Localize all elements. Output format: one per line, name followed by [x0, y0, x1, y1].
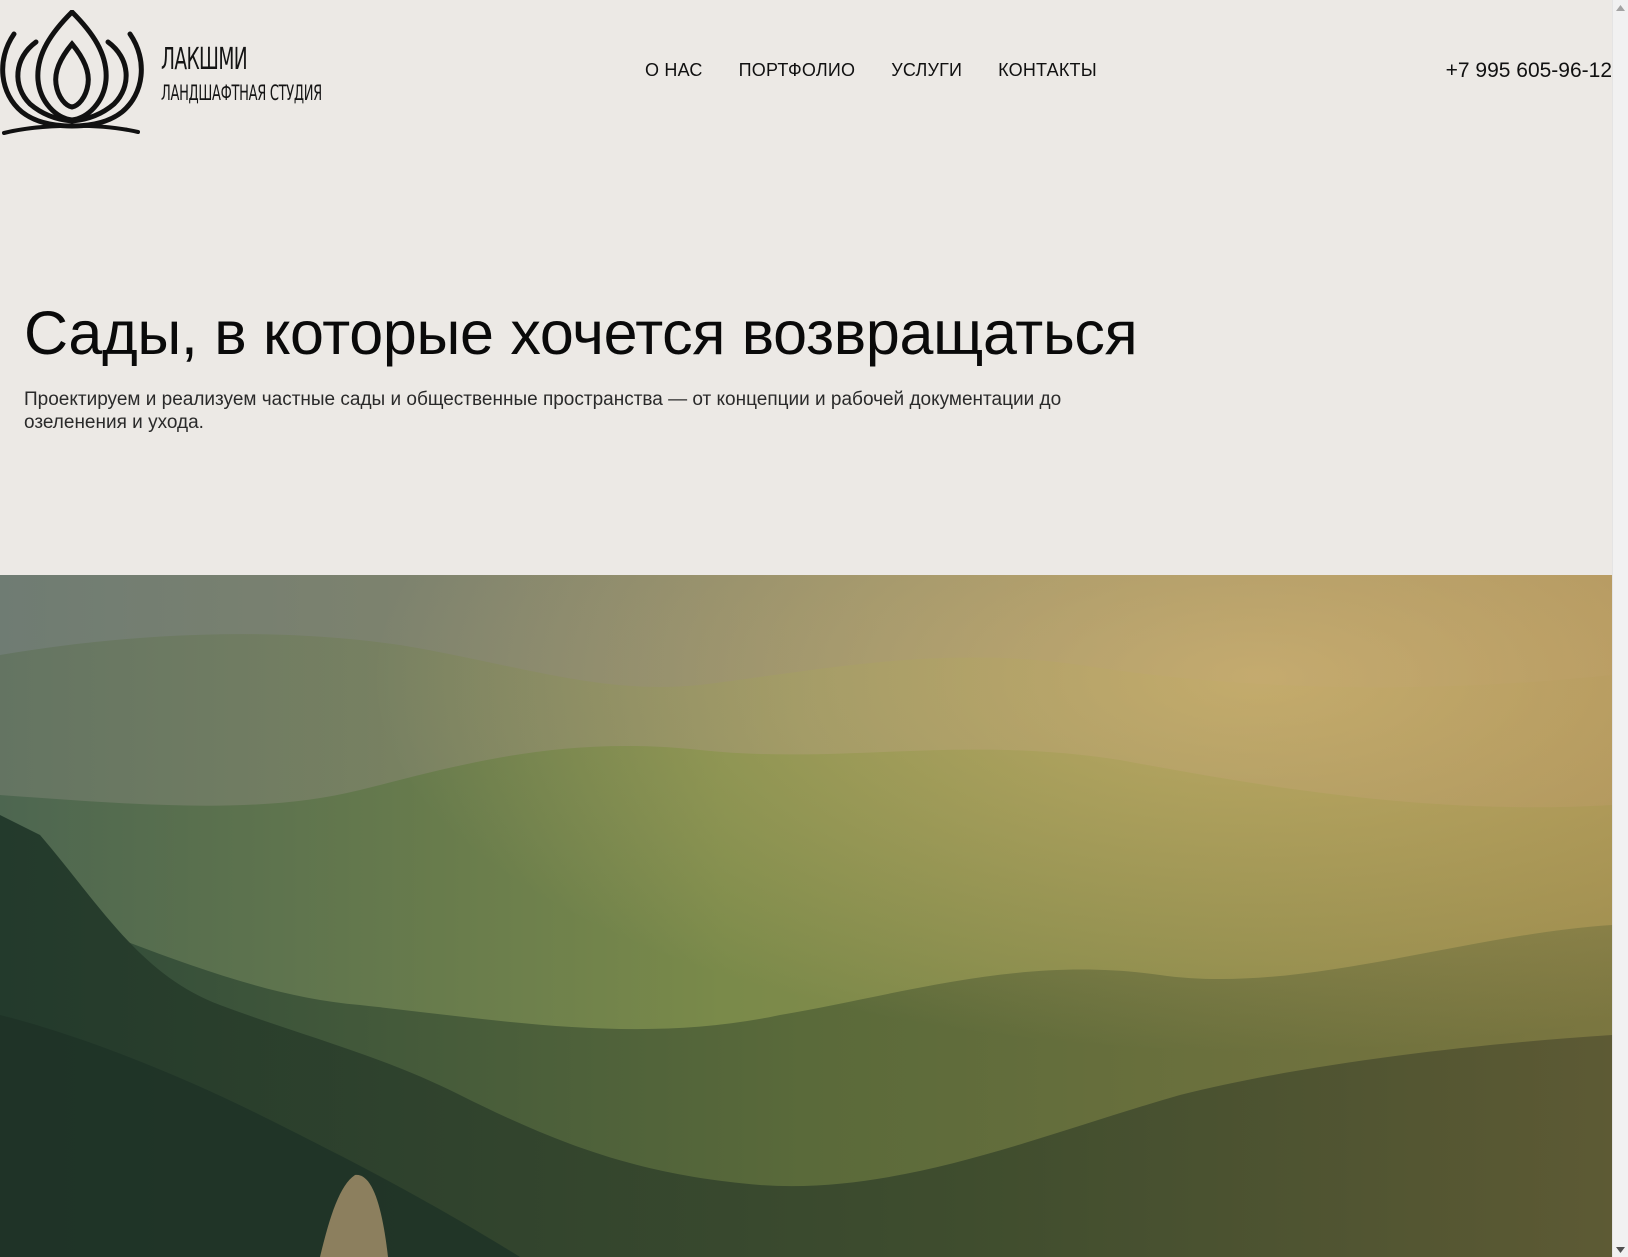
phone-link[interactable]: +7 995 605-96-12	[1446, 59, 1612, 83]
hero-image	[0, 575, 1612, 1257]
vertical-scrollbar[interactable]	[1612, 0, 1628, 1257]
arrow-up-icon[interactable]	[1613, 0, 1628, 15]
page: ЛАКШМИ ЛАНДШАФТНАЯ СТУДИЯ О НАС ПОРТФОЛИ…	[0, 0, 1628, 1257]
mountain-landscape-image	[0, 575, 1612, 1257]
site-header: ЛАКШМИ ЛАНДШАФТНАЯ СТУДИЯ О НАС ПОРТФОЛИ…	[0, 0, 1612, 140]
hero-title: Сады, в которые хочется возвращаться	[24, 299, 1138, 367]
logo-subtitle: ЛАНДШАФТНАЯ СТУДИЯ	[161, 81, 322, 105]
nav-link-services[interactable]: УСЛУГИ	[891, 60, 962, 81]
arrow-down-icon[interactable]	[1613, 1242, 1628, 1257]
logo-title: ЛАКШМИ	[161, 42, 248, 77]
lotus-icon	[0, 10, 144, 135]
scroll-thumb[interactable]	[1616, 17, 1625, 1247]
nav-link-contacts[interactable]: КОНТАКТЫ	[998, 60, 1097, 81]
nav-link-portfolio[interactable]: ПОРТФОЛИО	[739, 60, 856, 81]
main-nav: О НАС ПОРТФОЛИО УСЛУГИ КОНТАКТЫ	[645, 60, 1133, 81]
hero-lead: Проектируем и реализуем частные сады и о…	[24, 389, 1062, 433]
logo-link[interactable]: ЛАКШМИ ЛАНДШАФТНАЯ СТУДИЯ	[0, 10, 322, 135]
page-content: ЛАКШМИ ЛАНДШАФТНАЯ СТУДИЯ О НАС ПОРТФОЛИ…	[0, 0, 1612, 1257]
nav-link-about[interactable]: О НАС	[645, 60, 703, 81]
